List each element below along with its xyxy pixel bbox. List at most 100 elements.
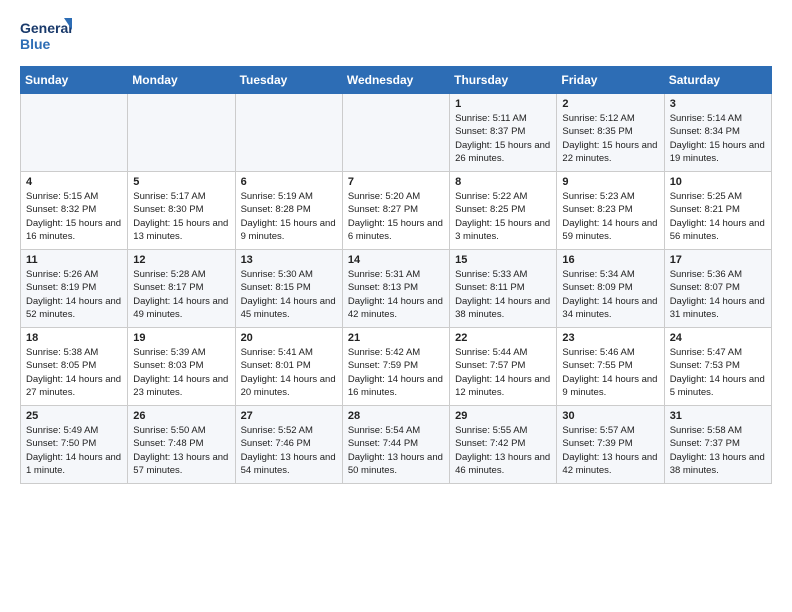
cell-content: Sunrise: 5:38 AMSunset: 8:05 PMDaylight:… <box>26 347 121 398</box>
calendar-cell: 29Sunrise: 5:55 AMSunset: 7:42 PMDayligh… <box>450 406 557 484</box>
day-number: 9 <box>562 176 658 188</box>
calendar-cell: 22 Sunrise: 5:44 AMSunset: 7:57 PMDayligh… <box>450 328 557 406</box>
calendar-cell: 10 Sunrise: 5:25 AMSunset: 8:21 PMDayligh… <box>664 172 771 250</box>
calendar-cell: 18 Sunrise: 5:38 AMSunset: 8:05 PMDayligh… <box>21 328 128 406</box>
col-header-thursday: Thursday <box>450 67 557 94</box>
day-number: 20 <box>241 332 337 344</box>
cell-content: Sunrise: 5:52 AMSunset: 7:46 PMDaylight:… <box>241 425 336 476</box>
cell-content: Sunrise: 5:46 AMSunset: 7:55 PMDaylight:… <box>562 347 657 398</box>
day-number: 5 <box>133 176 229 188</box>
col-header-sunday: Sunday <box>21 67 128 94</box>
day-number: 7 <box>348 176 444 188</box>
day-number: 31 <box>670 410 766 422</box>
cell-content: Sunrise: 5:47 AMSunset: 7:53 PMDaylight:… <box>670 347 765 398</box>
day-number: 26 <box>133 410 229 422</box>
week-row-2: 4Sunrise: 5:15 AMSunset: 8:32 PMDaylight… <box>21 172 772 250</box>
cell-content: Sunrise: 5:41 AMSunset: 8:01 PMDaylight:… <box>241 347 336 398</box>
day-number: 1 <box>455 98 551 110</box>
day-number: 10 <box>670 176 766 188</box>
calendar-cell: 8 Sunrise: 5:22 AMSunset: 8:25 PMDaylight… <box>450 172 557 250</box>
cell-content: Sunrise: 5:19 AMSunset: 8:28 PMDaylight:… <box>241 191 336 242</box>
col-header-saturday: Saturday <box>664 67 771 94</box>
svg-text:General: General <box>20 20 72 36</box>
week-row-1: 1 Sunrise: 5:11 AMSunset: 8:37 PMDaylight… <box>21 94 772 172</box>
calendar-cell: 19 Sunrise: 5:39 AMSunset: 8:03 PMDayligh… <box>128 328 235 406</box>
col-header-monday: Monday <box>128 67 235 94</box>
calendar-table: SundayMondayTuesdayWednesdayThursdayFrid… <box>20 66 772 484</box>
calendar-cell: 12 Sunrise: 5:28 AMSunset: 8:17 PMDayligh… <box>128 250 235 328</box>
page: General Blue SundayMondayTuesdayWednesda… <box>0 0 792 500</box>
cell-content: Sunrise: 5:42 AMSunset: 7:59 PMDaylight:… <box>348 347 443 398</box>
calendar-cell: 24Sunrise: 5:47 AMSunset: 7:53 PMDayligh… <box>664 328 771 406</box>
calendar-cell: 14 Sunrise: 5:31 AMSunset: 8:13 PMDayligh… <box>342 250 449 328</box>
day-number: 21 <box>348 332 444 344</box>
calendar-cell: 13 Sunrise: 5:30 AMSunset: 8:15 PMDayligh… <box>235 250 342 328</box>
day-number: 11 <box>26 254 122 266</box>
cell-content: Sunrise: 5:14 AMSunset: 8:34 PMDaylight:… <box>670 113 765 164</box>
calendar-cell: 30 Sunrise: 5:57 AMSunset: 7:39 PMDayligh… <box>557 406 664 484</box>
calendar-cell: 26 Sunrise: 5:50 AMSunset: 7:48 PMDayligh… <box>128 406 235 484</box>
day-number: 13 <box>241 254 337 266</box>
col-header-wednesday: Wednesday <box>342 67 449 94</box>
calendar-cell <box>21 94 128 172</box>
week-row-4: 18 Sunrise: 5:38 AMSunset: 8:05 PMDayligh… <box>21 328 772 406</box>
cell-content: Sunrise: 5:33 AMSunset: 8:11 PMDaylight:… <box>455 269 550 320</box>
cell-content: Sunrise: 5:11 AMSunset: 8:37 PMDaylight:… <box>455 113 550 164</box>
day-number: 17 <box>670 254 766 266</box>
cell-content: Sunrise: 5:44 AMSunset: 7:57 PMDaylight:… <box>455 347 550 398</box>
day-number: 12 <box>133 254 229 266</box>
calendar-cell: 1 Sunrise: 5:11 AMSunset: 8:37 PMDaylight… <box>450 94 557 172</box>
day-number: 8 <box>455 176 551 188</box>
calendar-cell <box>128 94 235 172</box>
logo: General Blue <box>20 16 72 56</box>
calendar-cell: 20 Sunrise: 5:41 AMSunset: 8:01 PMDayligh… <box>235 328 342 406</box>
calendar-cell: 21 Sunrise: 5:42 AMSunset: 7:59 PMDayligh… <box>342 328 449 406</box>
calendar-cell: 17 Sunrise: 5:36 AMSunset: 8:07 PMDayligh… <box>664 250 771 328</box>
day-number: 28 <box>348 410 444 422</box>
calendar-cell: 31Sunrise: 5:58 AMSunset: 7:37 PMDayligh… <box>664 406 771 484</box>
cell-content: Sunrise: 5:26 AMSunset: 8:19 PMDaylight:… <box>26 269 121 320</box>
cell-content: Sunrise: 5:30 AMSunset: 8:15 PMDaylight:… <box>241 269 336 320</box>
week-row-3: 11 Sunrise: 5:26 AMSunset: 8:19 PMDayligh… <box>21 250 772 328</box>
header-row: SundayMondayTuesdayWednesdayThursdayFrid… <box>21 67 772 94</box>
cell-content: Sunrise: 5:28 AMSunset: 8:17 PMDaylight:… <box>133 269 228 320</box>
cell-content: Sunrise: 5:36 AMSunset: 8:07 PMDaylight:… <box>670 269 765 320</box>
cell-content: Sunrise: 5:25 AMSunset: 8:21 PMDaylight:… <box>670 191 765 242</box>
day-number: 15 <box>455 254 551 266</box>
cell-content: Sunrise: 5:39 AMSunset: 8:03 PMDaylight:… <box>133 347 228 398</box>
cell-content: Sunrise: 5:31 AMSunset: 8:13 PMDaylight:… <box>348 269 443 320</box>
calendar-cell: 9 Sunrise: 5:23 AMSunset: 8:23 PMDaylight… <box>557 172 664 250</box>
col-header-friday: Friday <box>557 67 664 94</box>
calendar-cell: 7 Sunrise: 5:20 AMSunset: 8:27 PMDaylight… <box>342 172 449 250</box>
cell-content: Sunrise: 5:12 AMSunset: 8:35 PMDaylight:… <box>562 113 657 164</box>
day-number: 16 <box>562 254 658 266</box>
cell-content: Sunrise: 5:50 AMSunset: 7:48 PMDaylight:… <box>133 425 228 476</box>
cell-content: Sunrise: 5:34 AMSunset: 8:09 PMDaylight:… <box>562 269 657 320</box>
cell-content: Sunrise: 5:20 AMSunset: 8:27 PMDaylight:… <box>348 191 443 242</box>
day-number: 25 <box>26 410 122 422</box>
cell-content: Sunrise: 5:22 AMSunset: 8:25 PMDaylight:… <box>455 191 550 242</box>
calendar-cell <box>235 94 342 172</box>
cell-content: Sunrise: 5:57 AMSunset: 7:39 PMDaylight:… <box>562 425 657 476</box>
cell-content: Sunrise: 5:54 AMSunset: 7:44 PMDaylight:… <box>348 425 443 476</box>
day-number: 19 <box>133 332 229 344</box>
calendar-cell: 6 Sunrise: 5:19 AMSunset: 8:28 PMDaylight… <box>235 172 342 250</box>
day-number: 22 <box>455 332 551 344</box>
week-row-5: 25 Sunrise: 5:49 AMSunset: 7:50 PMDayligh… <box>21 406 772 484</box>
day-number: 30 <box>562 410 658 422</box>
cell-content: Sunrise: 5:23 AMSunset: 8:23 PMDaylight:… <box>562 191 657 242</box>
day-number: 3 <box>670 98 766 110</box>
header: General Blue <box>20 16 772 56</box>
calendar-cell: 25 Sunrise: 5:49 AMSunset: 7:50 PMDayligh… <box>21 406 128 484</box>
calendar-cell: 3 Sunrise: 5:14 AMSunset: 8:34 PMDaylight… <box>664 94 771 172</box>
logo-svg: General Blue <box>20 16 72 56</box>
day-number: 14 <box>348 254 444 266</box>
day-number: 18 <box>26 332 122 344</box>
calendar-cell: 16 Sunrise: 5:34 AMSunset: 8:09 PMDayligh… <box>557 250 664 328</box>
day-number: 6 <box>241 176 337 188</box>
calendar-cell: 28 Sunrise: 5:54 AMSunset: 7:44 PMDayligh… <box>342 406 449 484</box>
calendar-cell: 5Sunrise: 5:17 AMSunset: 8:30 PMDaylight… <box>128 172 235 250</box>
calendar-cell: 2Sunrise: 5:12 AMSunset: 8:35 PMDaylight… <box>557 94 664 172</box>
day-number: 23 <box>562 332 658 344</box>
cell-content: Sunrise: 5:49 AMSunset: 7:50 PMDaylight:… <box>26 425 121 476</box>
